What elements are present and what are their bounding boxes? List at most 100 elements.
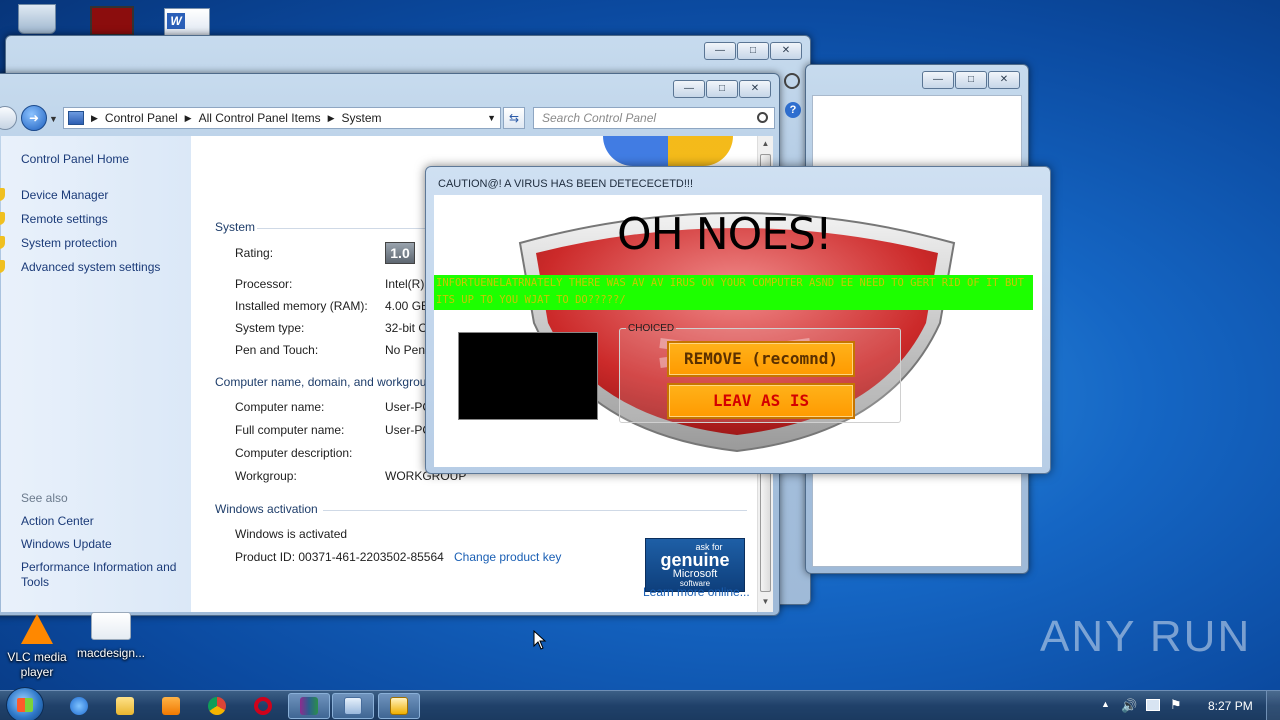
breadcrumb-control-panel[interactable]: Control Panel (105, 111, 178, 125)
scroll-down-icon[interactable]: ▼ (758, 594, 773, 610)
system-type-value: 32-bit O (385, 321, 428, 335)
system-protection-link[interactable]: System protection (21, 236, 117, 250)
genuine-word-text: genuine (660, 550, 730, 570)
action-center-flag-icon[interactable]: ⚑ (1170, 697, 1182, 713)
control-panel-icon (344, 697, 362, 715)
windows-logo (603, 136, 733, 166)
search-input[interactable]: Search Control Panel (533, 107, 775, 129)
ram-label: Installed memory (RAM): (235, 299, 368, 313)
workgroup-label: Workgroup: (235, 469, 297, 483)
uac-shield-icon (0, 188, 5, 201)
uac-shield-icon (0, 212, 5, 225)
rating-badge[interactable]: 1.0 (385, 242, 415, 264)
maximize-button[interactable]: □ (955, 71, 987, 89)
desktop-icon-macdesign[interactable]: macdesign... (76, 612, 146, 661)
media-player-icon (162, 697, 180, 715)
computer-name-label: Computer name: (235, 400, 325, 414)
uac-shield-icon (0, 236, 5, 249)
ie-icon (70, 697, 88, 715)
full-computer-name-label: Full computer name: (235, 423, 345, 437)
search-placeholder: Search Control Panel (542, 111, 657, 125)
breadcrumb-separator-icon: ▶ (91, 112, 98, 123)
breadcrumb-separator-icon: ▶ (327, 112, 335, 123)
popup-title: CAUTION@! A VIRUS HAS BEEN DETECECETD!!! (438, 178, 694, 190)
rating-value: 1.0 (390, 245, 410, 261)
system-section-heading: System (215, 220, 256, 234)
volume-icon[interactable]: 🔊 (1121, 698, 1137, 714)
back-button[interactable] (0, 106, 17, 130)
performance-info-link[interactable]: Performance Information and Tools (21, 560, 186, 590)
forward-button[interactable]: ➜ (21, 105, 47, 131)
section-divider (257, 228, 437, 229)
search-icon[interactable] (784, 73, 800, 89)
pdf-app-icon[interactable] (90, 6, 134, 36)
see-also-heading: See also (21, 491, 68, 505)
maximize-button[interactable]: □ (706, 80, 738, 98)
uac-shield-icon (0, 260, 5, 273)
taskbar-ie[interactable] (58, 693, 100, 719)
learn-more-link[interactable]: Learn more online... (643, 585, 750, 599)
tasks-sidebar: Control Panel Home Device Manager Remote… (0, 136, 191, 612)
show-hidden-icons[interactable]: ▲ (1101, 699, 1110, 709)
chrome-icon (208, 697, 226, 715)
desktop-icon-label: macdesign... (76, 646, 146, 660)
close-button[interactable]: ✕ (739, 80, 771, 98)
vlc-icon (21, 614, 53, 644)
windows-flag-icon (17, 698, 33, 712)
search-icon[interactable] (757, 112, 768, 123)
computer-description-label: Computer description: (235, 446, 353, 460)
genuine-microsoft-badge[interactable]: ask for genuine Microsoft software (645, 538, 745, 592)
close-button[interactable]: ✕ (988, 71, 1020, 89)
minimize-button[interactable]: — (922, 71, 954, 89)
computer-name-section-heading: Computer name, domain, and workgrou (215, 375, 427, 389)
taskbar-media-player[interactable] (150, 693, 192, 719)
device-manager-link[interactable]: Device Manager (21, 188, 108, 202)
windows-update-link[interactable]: Windows Update (21, 537, 112, 551)
desktop-icon-label: VLC media player (7, 650, 67, 679)
taskbar-chrome[interactable] (196, 693, 238, 719)
maximize-button[interactable]: □ (737, 42, 769, 60)
taskbar-control-panel[interactable] (332, 693, 374, 719)
taskbar-popup-app[interactable] (378, 693, 420, 719)
virus-popup-window[interactable]: CAUTION@! A VIRUS HAS BEEN DETECECETD!!!… (425, 166, 1051, 474)
recent-pages-icon[interactable]: ▼ (49, 114, 58, 124)
folder-icon (116, 697, 134, 715)
close-button[interactable]: ✕ (770, 42, 802, 60)
taskbar-explorer[interactable] (104, 693, 146, 719)
remote-settings-link[interactable]: Remote settings (21, 212, 108, 226)
scroll-up-icon[interactable]: ▲ (758, 136, 773, 152)
address-dropdown-icon[interactable]: ▼ (487, 113, 496, 123)
help-icon[interactable]: ? (785, 102, 801, 118)
desktop-icon-vlc[interactable]: VLC media player (2, 614, 72, 680)
refresh-button[interactable]: ⇆ (503, 107, 525, 129)
pen-touch-label: Pen and Touch: (235, 343, 319, 357)
taskbar-clock[interactable]: 8:27 PM (1208, 699, 1253, 713)
minimize-button[interactable]: — (673, 80, 705, 98)
network-icon[interactable] (1146, 699, 1160, 711)
app-window-icon (390, 697, 408, 715)
breadcrumb-system[interactable]: System (342, 111, 382, 125)
remove-button[interactable]: REMOVE (recomnd) (667, 341, 855, 377)
breadcrumb-separator-icon: ▶ (184, 112, 192, 123)
activation-section-heading: Windows activation (215, 502, 318, 516)
recycle-bin-icon[interactable] (18, 4, 56, 34)
control-panel-home-link[interactable]: Control Panel Home (21, 152, 129, 166)
change-product-key-link[interactable]: Change product key (454, 550, 561, 564)
taskbar-winrar[interactable] (288, 693, 330, 719)
start-button[interactable] (6, 687, 44, 720)
advanced-system-settings-link[interactable]: Advanced system settings (21, 260, 160, 274)
show-desktop-button[interactable] (1266, 691, 1280, 720)
choice-buttons: REMOVE (recomnd) LEAV AS IS (619, 323, 901, 423)
taskbar-opera[interactable] (242, 693, 284, 719)
action-center-link[interactable]: Action Center (21, 514, 94, 528)
popup-body: OH NOES! INFORTUENELATRNATELY THERE WAS … (434, 195, 1042, 467)
system-type-label: System type: (235, 321, 305, 335)
taskbar: ▲ 🔊 ⚑ 8:27 PM (0, 687, 1280, 720)
leave-as-is-button[interactable]: LEAV AS IS (667, 383, 855, 419)
word-doc-icon[interactable]: W (164, 8, 210, 36)
address-bar[interactable]: ▶ Control Panel ▶ All Control Panel Item… (63, 107, 501, 129)
section-divider (323, 510, 747, 511)
minimize-button[interactable]: — (704, 42, 736, 60)
breadcrumb-all-items[interactable]: All Control Panel Items (199, 111, 321, 125)
archive-icon (300, 697, 318, 715)
